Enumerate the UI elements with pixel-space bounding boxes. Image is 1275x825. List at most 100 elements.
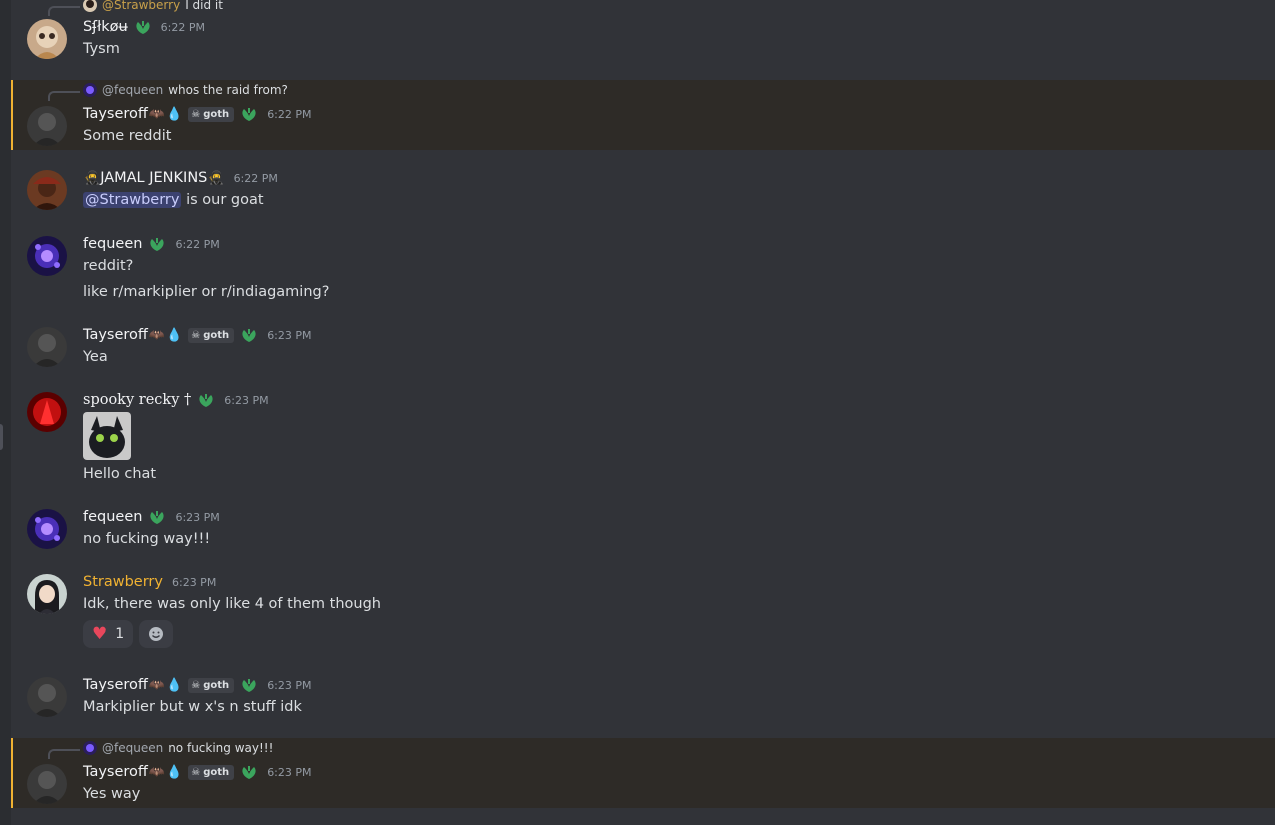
timestamp: 6:23 PM bbox=[171, 575, 217, 589]
message-header: Strawberry 6:23 PM bbox=[83, 574, 216, 590]
reactions-bar: ♥ 1 bbox=[83, 620, 174, 648]
ninja-icon: 🥷 bbox=[208, 170, 225, 186]
user-mention[interactable]: @Strawberry bbox=[83, 192, 182, 208]
timestamp: 6:23 PM bbox=[267, 765, 312, 779]
message-text: Idk, there was only like 4 of them thoug… bbox=[83, 596, 382, 612]
role-tag[interactable]: ☠ goth bbox=[188, 764, 235, 780]
username[interactable]: Strawberry bbox=[83, 574, 163, 590]
avatar[interactable] bbox=[27, 509, 67, 549]
avatar[interactable] bbox=[27, 574, 67, 614]
role-tag[interactable]: ☠ goth bbox=[188, 327, 235, 343]
message-highlighted: @fequeen whos the raid from? Tayseroff 🦇… bbox=[11, 80, 1275, 150]
role-tag[interactable]: ☠ goth bbox=[188, 677, 235, 693]
username[interactable]: Sʄłkøʉ bbox=[83, 19, 128, 35]
avatar[interactable] bbox=[27, 106, 67, 146]
message-text: Yea bbox=[83, 349, 108, 365]
timestamp: 6:23 PM bbox=[175, 510, 220, 524]
blood-drop-icon: 💧 bbox=[166, 677, 183, 693]
timestamp: 6:22 PM bbox=[233, 171, 278, 185]
skull-icon: ☠ bbox=[191, 108, 201, 120]
bat-icon: 🦇 bbox=[148, 677, 166, 693]
role-tag-label: goth bbox=[203, 766, 230, 778]
message-text: Some reddit bbox=[83, 128, 172, 144]
username[interactable]: Tayseroff bbox=[83, 327, 148, 343]
reply-avatar bbox=[83, 0, 97, 12]
reply-avatar bbox=[83, 741, 97, 755]
message-header: 🥷 JAMAL JENKINS 🥷 6:22 PM bbox=[83, 170, 278, 186]
username[interactable]: fequeen bbox=[83, 236, 142, 252]
timestamp: 6:22 PM bbox=[267, 107, 312, 121]
blood-drop-icon: 💧 bbox=[166, 106, 183, 122]
reply-avatar bbox=[83, 83, 97, 97]
avatar[interactable] bbox=[27, 677, 67, 717]
leaf-badge-icon bbox=[148, 509, 166, 525]
reply-text: no fucking way!!! bbox=[168, 741, 274, 755]
add-reaction-button[interactable] bbox=[139, 620, 174, 648]
timestamp: 6:23 PM bbox=[267, 328, 312, 342]
rail-tab[interactable] bbox=[0, 424, 3, 450]
username[interactable]: Tayseroff bbox=[83, 106, 148, 122]
reply-connector bbox=[48, 6, 80, 16]
reply-preview[interactable]: @Strawberry I did it bbox=[83, 0, 223, 12]
role-tag-label: goth bbox=[203, 108, 230, 120]
leaf-badge-icon bbox=[240, 677, 258, 693]
ninja-icon: 🥷 bbox=[84, 170, 101, 186]
message-header: Tayseroff 🦇 💧 ☠ goth 6:23 PM bbox=[83, 677, 312, 693]
timestamp: 6:23 PM bbox=[267, 678, 312, 692]
message: Tayseroff 🦇 💧 ☠ goth 6:23 PM Markiplier bu… bbox=[11, 670, 1275, 725]
avatar[interactable] bbox=[27, 236, 67, 276]
sticker-image[interactable] bbox=[83, 412, 131, 460]
message-text: Hello chat bbox=[83, 466, 157, 482]
username[interactable]: fequeen bbox=[83, 509, 142, 525]
left-rail bbox=[0, 0, 11, 825]
message-text: like r/markiplier or r/indiagaming? bbox=[83, 284, 330, 300]
username[interactable]: JAMAL JENKINS bbox=[100, 170, 207, 186]
skull-icon: ☠ bbox=[191, 679, 201, 691]
bat-icon: 🦇 bbox=[148, 327, 166, 343]
leaf-badge-icon bbox=[240, 327, 258, 343]
smiley-icon bbox=[149, 627, 164, 641]
reply-preview[interactable]: @fequeen no fucking way!!! bbox=[83, 741, 273, 755]
timestamp: 6:23 PM bbox=[224, 393, 269, 407]
role-tag[interactable]: ☠ goth bbox=[188, 106, 235, 122]
reaction-count: 1 bbox=[115, 626, 125, 642]
role-tag-label: goth bbox=[203, 329, 230, 341]
bat-icon: 🦇 bbox=[148, 764, 166, 780]
skull-icon: ☠ bbox=[191, 766, 201, 778]
message-header: Sʄłkøʉ 6:22 PM bbox=[83, 19, 205, 35]
reply-author[interactable]: @Strawberry bbox=[102, 0, 180, 12]
avatar[interactable] bbox=[27, 19, 67, 59]
avatar[interactable] bbox=[27, 764, 67, 804]
leaf-badge-icon bbox=[240, 106, 258, 122]
username[interactable]: Tayseroff bbox=[83, 764, 148, 780]
reply-author[interactable]: @fequeen bbox=[102, 741, 163, 755]
blood-drop-icon: 💧 bbox=[166, 327, 183, 343]
message: Tayseroff 🦇 💧 ☠ goth 6:23 PM Yea bbox=[11, 320, 1275, 370]
message-text: no fucking way!!! bbox=[83, 531, 211, 547]
role-tag-label: goth bbox=[203, 679, 230, 691]
reply-author[interactable]: @fequeen bbox=[102, 83, 163, 97]
message-header: Tayseroff 🦇 💧 ☠ goth 6:22 PM bbox=[83, 106, 312, 122]
message-text: Tysm bbox=[83, 41, 120, 57]
leaf-badge-icon bbox=[134, 19, 152, 35]
avatar[interactable] bbox=[27, 392, 67, 432]
reply-text: I did it bbox=[185, 0, 223, 12]
leaf-badge-icon bbox=[148, 236, 166, 252]
avatar[interactable] bbox=[27, 170, 67, 210]
message-text: reddit? bbox=[83, 258, 134, 274]
message-header: Tayseroff 🦇 💧 ☠ goth 6:23 PM bbox=[83, 327, 312, 343]
message-header: Tayseroff 🦇 💧 ☠ goth 6:23 PM bbox=[83, 764, 312, 780]
reply-connector bbox=[48, 91, 80, 101]
message-text-rest: is our goat bbox=[181, 192, 264, 208]
message-text: Markiplier but w x's n stuff idk bbox=[83, 699, 302, 715]
leaf-badge-icon bbox=[240, 764, 258, 780]
username[interactable]: Tayseroff bbox=[83, 677, 148, 693]
message: Strawberry 6:23 PM Idk, there was only l… bbox=[11, 565, 1275, 665]
message: fequeen 6:23 PM no fucking way!!! bbox=[11, 500, 1275, 560]
avatar[interactable] bbox=[27, 327, 67, 367]
username[interactable]: spooky recky † bbox=[83, 392, 191, 408]
leaf-badge-icon bbox=[197, 392, 215, 408]
reaction-heart[interactable]: ♥ 1 bbox=[83, 620, 134, 648]
reply-connector bbox=[48, 749, 80, 759]
reply-preview[interactable]: @fequeen whos the raid from? bbox=[83, 83, 288, 97]
